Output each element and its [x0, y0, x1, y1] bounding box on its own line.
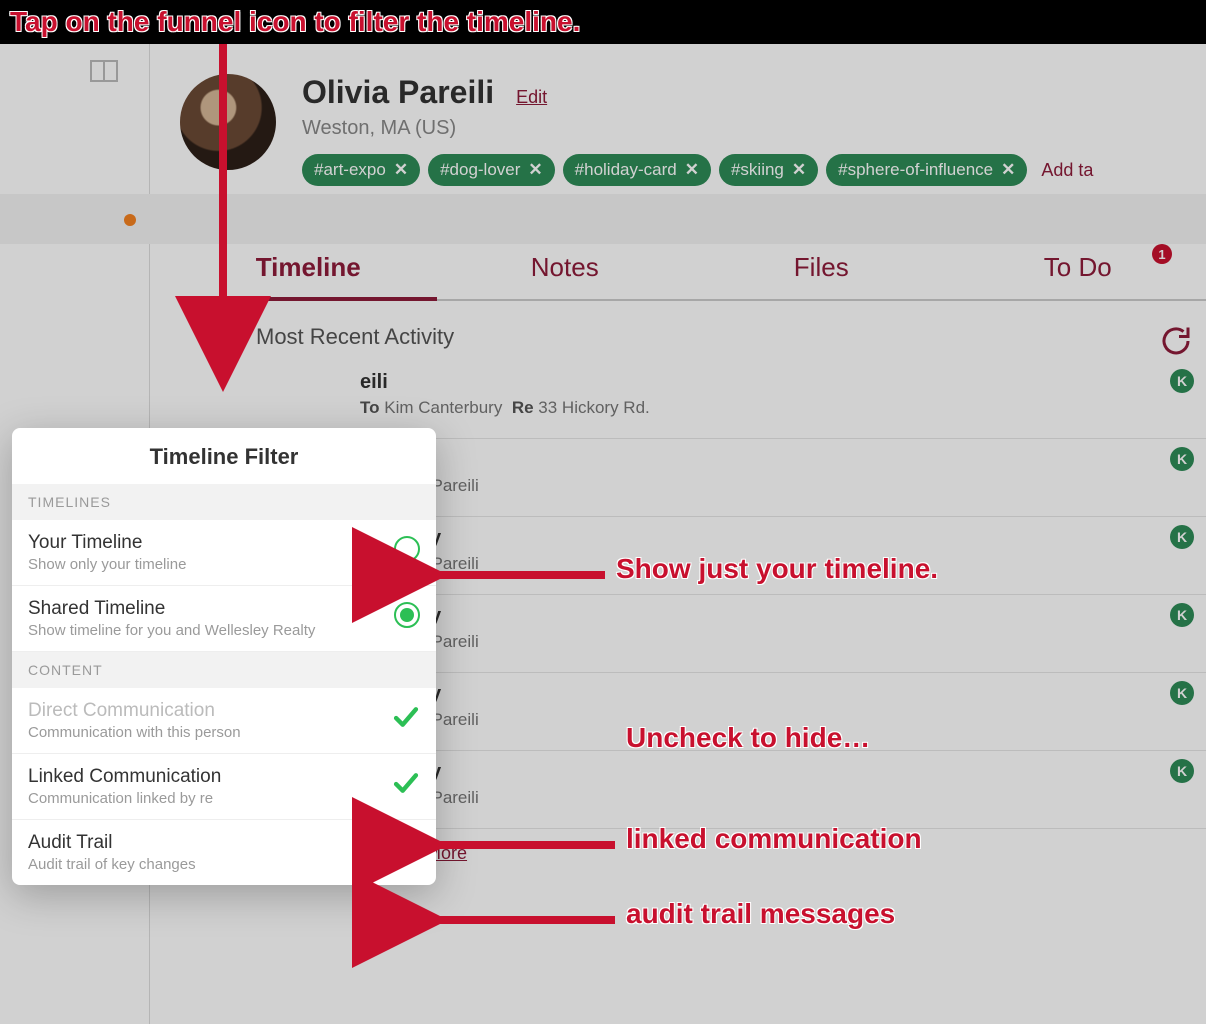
filter-option-direct-communication: Direct Communication Communication with …	[12, 688, 436, 754]
funnel-icon[interactable]	[208, 323, 238, 351]
row-title: nterbury	[360, 761, 1206, 784]
option-title: Audit Trail	[28, 832, 196, 854]
filter-option-linked-communication[interactable]: Linked Communication Communication linke…	[12, 754, 436, 820]
refresh-icon[interactable]	[1158, 323, 1194, 359]
check-icon[interactable]	[392, 838, 420, 860]
tag[interactable]: #art-expo ✕	[302, 154, 420, 186]
tag[interactable]: #dog-lover ✕	[428, 154, 555, 186]
row-title: nterbury	[360, 683, 1206, 706]
row-title: eili	[360, 371, 1206, 394]
row-badge: K	[1170, 603, 1194, 627]
check-icon[interactable]	[392, 772, 420, 794]
tag-remove-icon[interactable]: ✕	[394, 160, 408, 180]
tab-todo[interactable]: To Do 1	[950, 242, 1206, 299]
timeline-row[interactable]: nterbury To Olivia Pareili K	[360, 517, 1206, 595]
timeline-row[interactable]: nterbury To Olivia Pareili K	[360, 673, 1206, 751]
tag-label: #skiing	[731, 160, 784, 180]
row-subtitle: To Olivia Pareili	[360, 788, 1206, 808]
timeline-row[interactable]: erbury To Olivia Pareili K	[360, 439, 1206, 517]
option-desc: Show timeline for you and Wellesley Real…	[28, 622, 315, 639]
row-subtitle: To Olivia Pareili	[360, 554, 1206, 574]
tag[interactable]: #holiday-card ✕	[563, 154, 711, 186]
tab-todo-label: To Do	[1044, 252, 1112, 282]
filter-option-your-timeline[interactable]: Your Timeline Show only your timeline	[12, 520, 436, 586]
tab-bar: Timeline Notes Files To Do 1	[180, 242, 1206, 301]
tag[interactable]: #sphere-of-influence ✕	[826, 154, 1027, 186]
tag[interactable]: #skiing ✕	[719, 154, 818, 186]
tag-list: #art-expo ✕ #dog-lover ✕ #holiday-card ✕ #s…	[302, 154, 1093, 186]
option-desc: Communication with this person	[28, 724, 241, 741]
option-title: Your Timeline	[28, 532, 186, 554]
tag-label: #holiday-card	[575, 160, 677, 180]
timeline-row[interactable]: nterbury To Olivia Pareili K	[360, 751, 1206, 829]
tag-label: #art-expo	[314, 160, 386, 180]
row-title: nterbury	[360, 605, 1206, 628]
timeline-row[interactable]: eili To Kim Canterbury Re 33 Hickory Rd.…	[360, 361, 1206, 439]
row-badge: K	[1170, 681, 1194, 705]
tab-timeline[interactable]: Timeline	[180, 242, 437, 299]
row-badge: K	[1170, 525, 1194, 549]
sidebar-status-dot	[124, 214, 136, 226]
option-desc: Audit trail of key changes	[28, 856, 196, 873]
tag-remove-icon[interactable]: ✕	[1001, 160, 1015, 180]
todo-badge: 1	[1152, 244, 1172, 264]
row-title: nterbury	[360, 527, 1206, 550]
tag-label: #sphere-of-influence	[838, 160, 993, 180]
tab-files[interactable]: Files	[693, 242, 950, 299]
row-badge: K	[1170, 369, 1194, 393]
timeline-row[interactable]: nterbury To Olivia Pareili K	[360, 595, 1206, 673]
option-desc: Communication linked by re	[28, 790, 221, 807]
top-black-bar	[0, 0, 1206, 44]
layout-toggle-icon[interactable]	[90, 60, 118, 82]
radio-unselected-icon[interactable]	[394, 536, 420, 562]
option-title: Direct Communication	[28, 700, 241, 722]
row-subtitle: To Olivia Pareili	[360, 476, 1206, 496]
avatar[interactable]	[180, 74, 276, 170]
row-badge: K	[1170, 447, 1194, 471]
tag-remove-icon[interactable]: ✕	[685, 160, 699, 180]
filter-row: Most Recent Activity	[208, 323, 1206, 351]
filter-option-shared-timeline[interactable]: Shared Timeline Show timeline for you an…	[12, 586, 436, 652]
option-title: Shared Timeline	[28, 598, 315, 620]
option-title: Linked Communication	[28, 766, 221, 788]
edit-link[interactable]: Edit	[516, 87, 547, 108]
row-subtitle: To Olivia Pareili	[360, 710, 1206, 730]
contact-header: Olivia Pareili Edit Weston, MA (US) #art…	[180, 74, 1206, 186]
tag-remove-icon[interactable]: ✕	[528, 160, 542, 180]
timeline-list: eili To Kim Canterbury Re 33 Hickory Rd.…	[360, 361, 1206, 864]
option-desc: Show only your timeline	[28, 556, 186, 573]
timeline-filter-popover: Timeline Filter TIMELINES Your Timeline …	[12, 428, 436, 885]
tag-remove-icon[interactable]: ✕	[792, 160, 806, 180]
row-title: erbury	[360, 449, 1206, 472]
tab-notes[interactable]: Notes	[437, 242, 694, 299]
filter-label: Most Recent Activity	[256, 324, 454, 350]
popover-title: Timeline Filter	[12, 428, 436, 484]
row-subtitle: To Kim Canterbury Re 33 Hickory Rd.	[360, 398, 1206, 418]
section-header-content: CONTENT	[12, 652, 436, 688]
tag-label: #dog-lover	[440, 160, 520, 180]
filter-option-audit-trail[interactable]: Audit Trail Audit trail of key changes	[12, 820, 436, 885]
contact-name: Olivia Pareili	[302, 74, 494, 111]
radio-selected-icon[interactable]	[394, 602, 420, 628]
contact-location: Weston, MA (US)	[302, 117, 1093, 140]
row-subtitle: To Olivia Pareili	[360, 632, 1206, 652]
add-tag-link[interactable]: Add ta	[1041, 160, 1093, 181]
section-header-timelines: TIMELINES	[12, 484, 436, 520]
check-icon	[392, 706, 420, 728]
row-badge: K	[1170, 759, 1194, 783]
